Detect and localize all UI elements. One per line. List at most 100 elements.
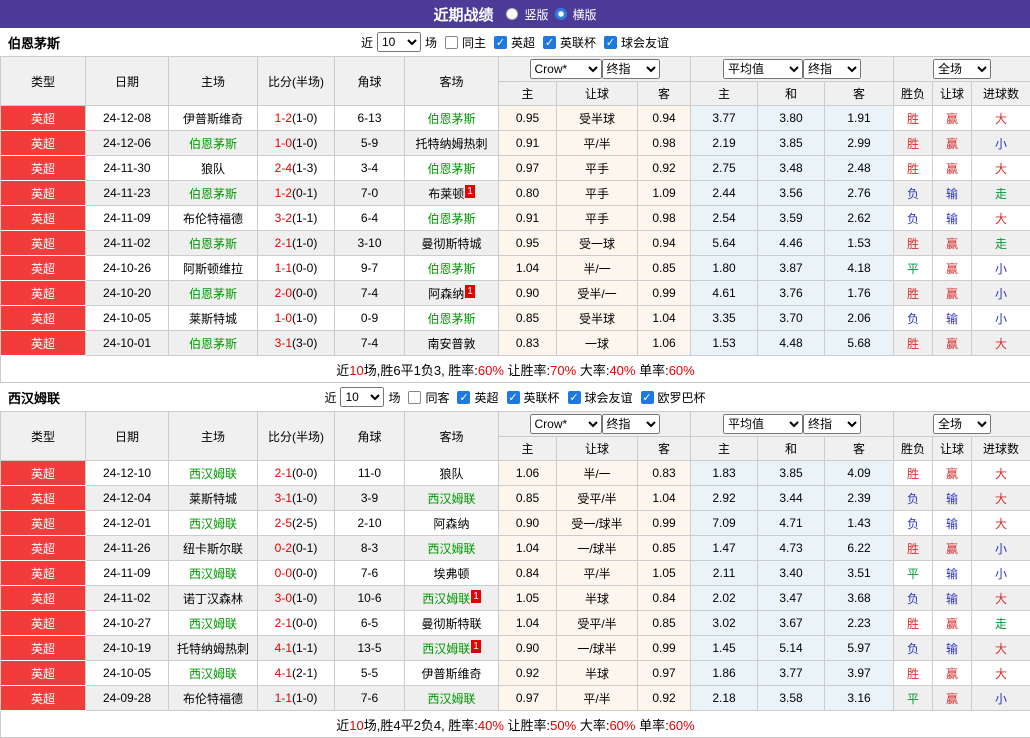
avg-draw-odds-cell: 3.87 — [758, 256, 825, 281]
radio-vertical-layout[interactable] — [506, 8, 518, 20]
halftime-score: (1-1) — [292, 211, 317, 225]
halftime-score: (0-0) — [292, 616, 317, 630]
league-checkbox-2[interactable]: ✓ — [604, 36, 617, 49]
league-type-cell: 英超 — [1, 306, 86, 331]
league-type-cell: 英超 — [1, 106, 86, 131]
league-checkbox-3[interactable]: ✓ — [641, 391, 654, 404]
match-row: 英超24-09-28布伦特福德1-1(1-0)7-6西汉姆联0.97平/半0.9… — [1, 686, 1030, 711]
match-row: 英超24-10-19托特纳姆热刺4-1(1-1)13-5西汉姆联10.90一/球… — [1, 636, 1030, 661]
summary-value: 10 — [349, 718, 363, 733]
odds-home-cell: 0.83 — [499, 331, 557, 356]
away-team-cell: 伯恩茅斯 — [405, 306, 499, 331]
scope-select[interactable]: 全场 — [933, 414, 991, 434]
date-cell: 24-12-06 — [86, 131, 169, 156]
date-cell: 24-10-27 — [86, 611, 169, 636]
avg-draw-odds-cell: 3.59 — [758, 206, 825, 231]
handicap-cell: 受一/球半 — [557, 511, 638, 536]
team-label: 布莱顿 — [428, 187, 464, 201]
league-checkbox-1[interactable]: ✓ — [543, 36, 556, 49]
col-subheader: 客 — [825, 437, 894, 461]
halftime-score: (2-5) — [292, 516, 317, 530]
recent-count-select[interactable]: 10 — [377, 32, 421, 52]
team-header-row: 西汉姆联近10场同客✓英超✓英联杯✓球会友谊✓欧罗巴杯 — [0, 383, 1030, 411]
odds-away-cell: 0.99 — [638, 636, 691, 661]
recent-count-select[interactable]: 10 — [340, 387, 384, 407]
league-label-0: 英超 — [511, 34, 535, 51]
col-header: 日期 — [86, 57, 169, 106]
score-cell: 1-0(1-0) — [258, 131, 335, 156]
team-label: 伯恩茅斯 — [189, 187, 237, 201]
avg-away-odds-cell: 1.91 — [825, 106, 894, 131]
odds-away-cell: 0.99 — [638, 511, 691, 536]
goals-result-cell: 小 — [972, 686, 1030, 711]
fulltime-score: 1-0 — [275, 136, 292, 150]
avg-away-odds-cell: 4.18 — [825, 256, 894, 281]
home-team-cell: 伯恩茅斯 — [169, 181, 258, 206]
odds-away-cell: 0.92 — [638, 156, 691, 181]
score-cell: 1-2(1-0) — [258, 106, 335, 131]
away-team-cell: 西汉姆联 — [405, 536, 499, 561]
average-stage-select[interactable]: 终指 — [803, 414, 861, 434]
odds-away-cell: 0.98 — [638, 206, 691, 231]
league-type-cell: 英超 — [1, 156, 86, 181]
home-team-cell: 伯恩茅斯 — [169, 331, 258, 356]
goals-result-cell: 走 — [972, 611, 1030, 636]
bookmaker-select[interactable]: Crow* — [530, 59, 602, 79]
fulltime-score: 3-0 — [275, 591, 292, 605]
average-select[interactable]: 平均值 — [723, 414, 803, 434]
home-team-cell: 西汉姆联 — [169, 611, 258, 636]
avg-draw-odds-cell: 3.67 — [758, 611, 825, 636]
scope-select[interactable]: 全场 — [933, 59, 991, 79]
match-row: 英超24-10-05莱斯特城1-0(1-0)0-9伯恩茅斯0.85受半球1.04… — [1, 306, 1030, 331]
halftime-score: (1-0) — [292, 591, 317, 605]
same-venue-checkbox[interactable] — [408, 391, 421, 404]
result-cell: 胜 — [894, 331, 933, 356]
avg-away-odds-cell: 2.23 — [825, 611, 894, 636]
away-team-cell: 狼队 — [405, 461, 499, 486]
team-label: 西汉姆联 — [427, 542, 475, 556]
odds-away-cell: 0.85 — [638, 611, 691, 636]
team-label: 西汉姆联 — [189, 467, 237, 481]
average-select[interactable]: 平均值 — [723, 59, 803, 79]
league-checkbox-2[interactable]: ✓ — [568, 391, 581, 404]
home-team-cell: 莱斯特城 — [169, 486, 258, 511]
average-stage-select[interactable]: 终指 — [803, 59, 861, 79]
result-cell: 胜 — [894, 231, 933, 256]
team-label: 阿斯顿维拉 — [183, 262, 243, 276]
matches-table: 类型日期主场比分(半场)角球客场Crow*终指平均值终指全场主让球客主和客胜负让… — [0, 56, 1030, 383]
league-checkbox-1[interactable]: ✓ — [507, 391, 520, 404]
bookmaker-stage-select[interactable]: 终指 — [602, 414, 660, 434]
result-cell: 负 — [894, 586, 933, 611]
team-label: 阿森纳 — [433, 517, 469, 531]
col-header: 类型 — [1, 412, 86, 461]
result-cell: 平 — [894, 256, 933, 281]
corners-cell: 6-13 — [335, 106, 405, 131]
home-team-cell: 伊普斯维奇 — [169, 106, 258, 131]
team-label: 狼队 — [201, 162, 225, 176]
score-cell: 3-1(3-0) — [258, 331, 335, 356]
summary-value: 40% — [609, 363, 635, 378]
league-checkbox-0[interactable]: ✓ — [494, 36, 507, 49]
match-row: 英超24-11-02诺丁汉森林3-0(1-0)10-6西汉姆联11.05半球0.… — [1, 586, 1030, 611]
league-checkbox-0[interactable]: ✓ — [457, 391, 470, 404]
home-team-cell: 诺丁汉森林 — [169, 586, 258, 611]
odds-away-cell: 1.04 — [638, 306, 691, 331]
odds-home-cell: 1.06 — [499, 461, 557, 486]
bookmaker-select[interactable]: Crow* — [530, 414, 602, 434]
odds-away-cell: 0.85 — [638, 536, 691, 561]
bookmaker-stage-select[interactable]: 终指 — [602, 59, 660, 79]
odds-away-cell: 1.09 — [638, 181, 691, 206]
team-label: 西汉姆联 — [427, 692, 475, 706]
league-label-2: 球会友谊 — [621, 34, 669, 51]
summary-text: 近10场,胜4平2负4, 胜率:40% 让胜率:50% 大率:60% 单率:60… — [1, 711, 1030, 738]
odds-away-cell: 0.85 — [638, 256, 691, 281]
result-cell: 胜 — [894, 611, 933, 636]
away-team-cell: 西汉姆联 — [405, 486, 499, 511]
radio-horizontal-layout[interactable] — [555, 8, 567, 20]
same-venue-checkbox[interactable] — [445, 36, 458, 49]
avg-away-odds-cell: 1.53 — [825, 231, 894, 256]
odds-away-cell: 1.05 — [638, 561, 691, 586]
date-cell: 24-10-01 — [86, 331, 169, 356]
summary-label: 大率: — [576, 718, 609, 733]
team-label: 西汉姆联 — [422, 642, 470, 656]
